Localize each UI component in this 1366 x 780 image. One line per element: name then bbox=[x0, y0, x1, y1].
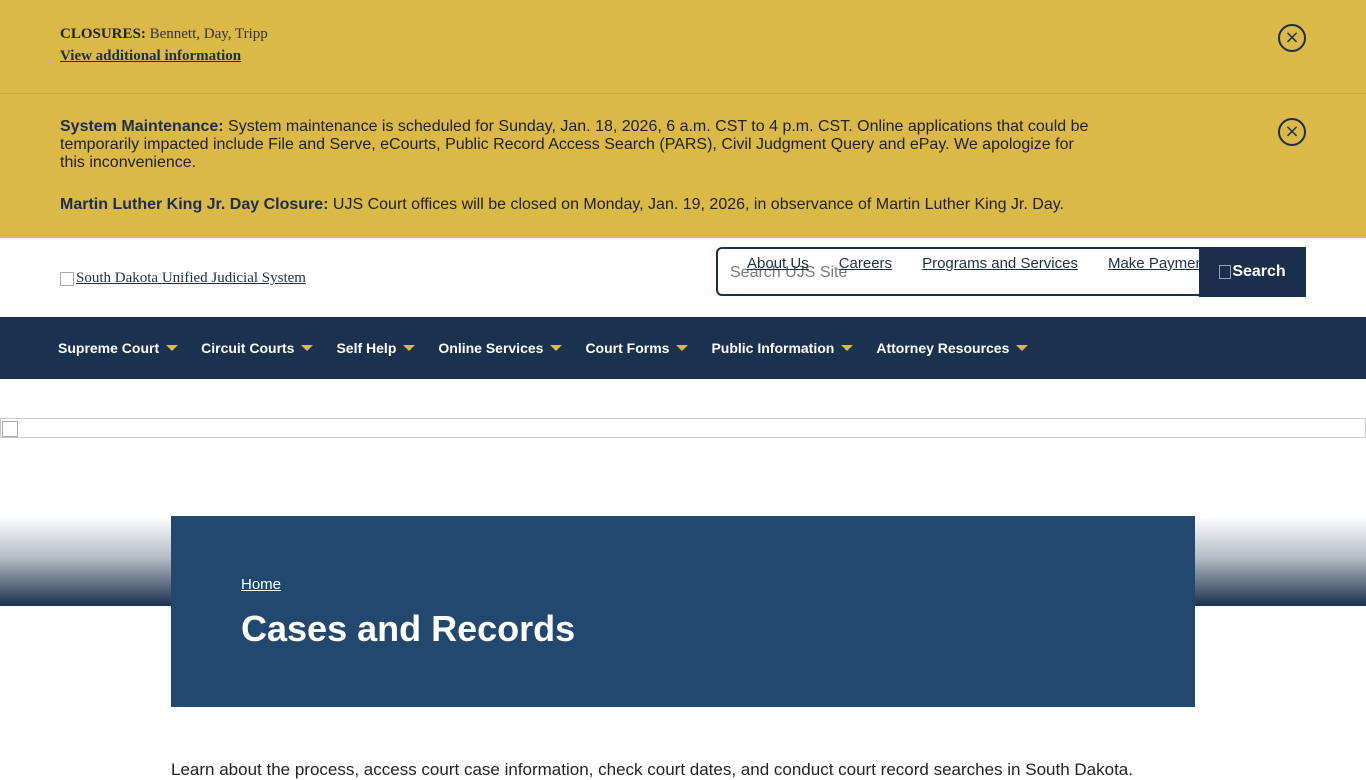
caret-down-icon bbox=[166, 345, 179, 351]
site-header: South Dakota Unified Judicial System Sea… bbox=[0, 238, 1366, 317]
caret-down-icon bbox=[550, 345, 563, 351]
closures-list: Bennett, Day, Tripp bbox=[145, 26, 268, 42]
nav-label: Circuit Courts bbox=[201, 340, 295, 356]
nav-label: Public Information bbox=[711, 340, 835, 356]
breadcrumb-home-link[interactable]: Home bbox=[241, 576, 281, 593]
nav-item-public-information[interactable]: Public Information bbox=[711, 340, 854, 356]
util-link-programs-services[interactable]: Programs and Services bbox=[922, 255, 1078, 272]
view-additional-info-link[interactable]: View additional information bbox=[60, 48, 241, 65]
caret-down-icon bbox=[1016, 345, 1029, 351]
nav-label: Court Forms bbox=[585, 340, 670, 356]
main-nav: Supreme Court Circuit Courts Self Help O… bbox=[0, 317, 1366, 379]
search-button-label: Search bbox=[1232, 263, 1286, 280]
util-link-careers[interactable]: Careers bbox=[839, 255, 892, 272]
page-title: Cases and Records bbox=[241, 608, 576, 649]
nav-label: Attorney Resources bbox=[876, 340, 1010, 356]
logo-alt-text: South Dakota Unified Judicial System bbox=[76, 270, 306, 286]
closures-label: CLOSURES: bbox=[60, 26, 146, 42]
caret-down-icon bbox=[841, 345, 854, 351]
page-hero: Home Cases and Records bbox=[171, 516, 1195, 707]
util-link-make-payment[interactable]: Make Payment bbox=[1108, 255, 1199, 272]
broken-image-icon bbox=[2, 421, 18, 437]
search-image-icon bbox=[1219, 265, 1232, 279]
nav-item-court-forms[interactable]: Court Forms bbox=[585, 340, 689, 356]
site-logo-link[interactable]: South Dakota Unified Judicial System bbox=[60, 270, 306, 287]
mlk-closure-label: Martin Luther King Jr. Day Closure: bbox=[60, 196, 329, 213]
intro-text: Learn about the process, access court ca… bbox=[171, 760, 1133, 779]
broken-image-icon bbox=[60, 271, 74, 286]
nav-item-online-services[interactable]: Online Services bbox=[438, 340, 563, 356]
caret-down-icon bbox=[301, 345, 314, 351]
nav-item-attorney-resources[interactable]: Attorney Resources bbox=[876, 340, 1029, 356]
nav-label: Self Help bbox=[336, 340, 397, 356]
nav-item-supreme-court[interactable]: Supreme Court bbox=[58, 340, 179, 356]
close-closures-alert-button[interactable]: × bbox=[1278, 24, 1306, 52]
nav-label: Supreme Court bbox=[58, 340, 160, 356]
nav-label: Online Services bbox=[438, 340, 544, 356]
utility-nav: About Us Careers Programs and Services M… bbox=[747, 255, 1199, 272]
banner-image bbox=[0, 418, 1366, 438]
maintenance-label: System Maintenance: bbox=[60, 118, 224, 135]
closures-alert: CLOSURES: Bennett, Day, Tripp View addit… bbox=[0, 0, 1366, 94]
maintenance-text: System Maintenance: System maintenance i… bbox=[60, 118, 1100, 172]
maintenance-alert: System Maintenance: System maintenance i… bbox=[0, 94, 1366, 238]
nav-item-self-help[interactable]: Self Help bbox=[336, 340, 416, 356]
nav-item-circuit-courts[interactable]: Circuit Courts bbox=[201, 340, 314, 356]
caret-down-icon bbox=[403, 345, 416, 351]
close-icon: × bbox=[1284, 27, 1300, 48]
mlk-closure-body: UJS Court offices will be closed on Mond… bbox=[328, 196, 1064, 213]
closures-text: CLOSURES: Bennett, Day, Tripp bbox=[60, 26, 268, 43]
close-maintenance-alert-button[interactable]: × bbox=[1278, 118, 1306, 146]
util-link-about-us[interactable]: About Us bbox=[747, 255, 809, 272]
search-button[interactable]: Search bbox=[1199, 247, 1306, 297]
caret-down-icon bbox=[676, 345, 689, 351]
mlk-closure-text: Martin Luther King Jr. Day Closure: UJS … bbox=[60, 196, 1064, 214]
close-icon: × bbox=[1284, 121, 1300, 142]
